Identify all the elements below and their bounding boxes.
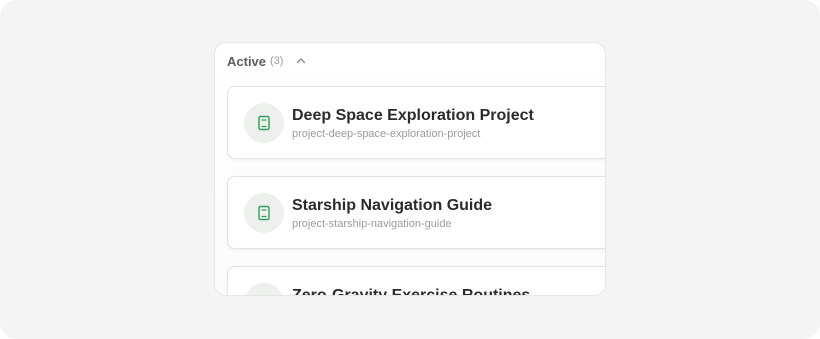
notebook-icon (244, 103, 284, 143)
section-title: Active (227, 53, 267, 69)
project-card[interactable]: Zero-Gravity Exercise Routines (227, 266, 605, 296)
notebook-icon (244, 283, 284, 295)
project-slug: project-deep-space-exploration-project (292, 128, 481, 140)
project-title: Deep Space Exploration Project (292, 107, 534, 124)
projects-panel: Active (3) Deep Space Exploration Projec… (214, 42, 606, 296)
project-title: Starship Navigation Guide (292, 197, 493, 214)
project-card[interactable]: Deep Space Exploration Project project-d… (227, 86, 605, 159)
chevron-up-icon[interactable] (293, 53, 309, 69)
notebook-icon (244, 193, 284, 233)
section-count: (3) (270, 55, 284, 67)
project-slug: project-starship-navigation-guide (292, 218, 452, 230)
project-card[interactable]: Starship Navigation Guide project-starsh… (227, 176, 605, 249)
page-background: Active (3) Deep Space Exploration Projec… (0, 0, 820, 339)
section-header-active[interactable]: Active (3) (227, 51, 309, 71)
project-title: Zero-Gravity Exercise Routines (292, 287, 531, 296)
